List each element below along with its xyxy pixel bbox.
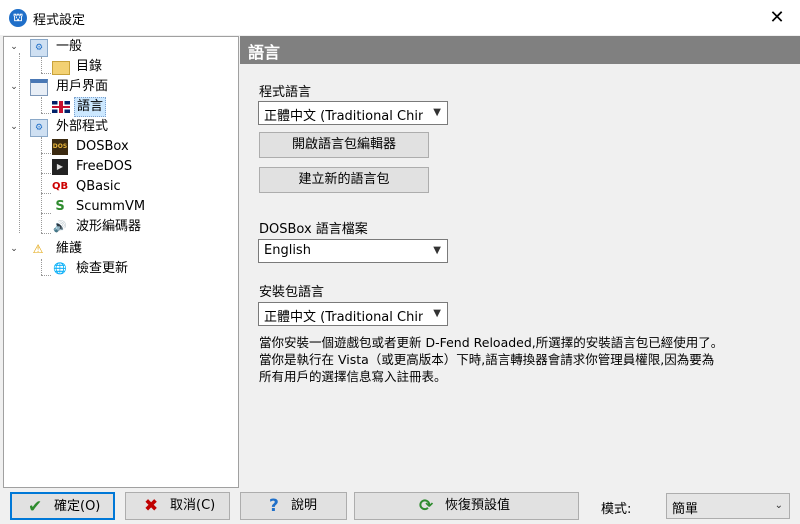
language-info-text: 當你安裝一個遊戲包或者更新 D-Fend Reloaded,所選擇的安裝語言包已… <box>259 334 789 385</box>
program-language-select[interactable]: 正體中文 (Traditional Chinese) ▼ <box>258 101 448 125</box>
dosbox-icon: DOS <box>52 139 68 155</box>
expand-down-icon[interactable]: ⌄ <box>8 37 20 57</box>
info-line: 所有用戶的選擇信息寫入註冊表。 <box>259 369 447 384</box>
tree-item-label: ScummVM <box>76 199 146 214</box>
expand-down-icon[interactable]: ⌄ <box>8 117 20 137</box>
refresh-icon: ⟳ <box>419 496 434 516</box>
settings-tree[interactable]: ⌄ ⚙ 一般 目錄 ⌄ 用戶界面 語言 ⌄ ⚙ 外部程式 DOS DOSBox … <box>3 36 239 488</box>
tree-item-label: 波形編碼器 <box>76 219 142 234</box>
tree-item-label: 外部程式 <box>56 119 109 134</box>
installer-language-label: 安裝包語言 <box>259 285 325 300</box>
window-icon <box>30 79 48 96</box>
info-line: 當你是執行在 Vista（或更高版本）下時,語言轉換器會請求你管理員權限,因為要… <box>259 352 715 367</box>
dosbox-language-value: English <box>264 243 311 258</box>
help-icon: ? <box>269 496 279 516</box>
tree-item-label: DOSBox <box>76 139 129 154</box>
qbasic-icon: QB <box>52 181 69 192</box>
folder-icon <box>52 61 70 75</box>
installer-language-select[interactable]: 正體中文 (Traditional Chinese) ▼ <box>258 302 448 326</box>
ok-button[interactable]: ✔ 確定(O) <box>10 492 115 520</box>
installer-language-value: 正體中文 (Traditional Chinese) <box>264 310 423 325</box>
expand-down-icon[interactable]: ⌄ <box>8 239 20 259</box>
tree-item-label: 目錄 <box>76 59 103 74</box>
cancel-button[interactable]: ✖ 取消(C) <box>125 492 230 520</box>
maintenance-icon: ⚠ <box>32 242 44 256</box>
create-language-pack-button[interactable]: 建立新的語言包 <box>259 167 429 193</box>
checkmark-icon: ✔ <box>28 497 43 517</box>
terminal-icon: ▶ <box>52 159 68 175</box>
x-icon: ✖ <box>144 496 159 516</box>
program-language-label: 程式語言 <box>259 85 312 100</box>
expand-down-icon[interactable]: ⌄ <box>8 77 20 97</box>
settings-icon: ⚙ <box>30 39 48 57</box>
app-icon: ⛫ <box>9 9 27 27</box>
globe-icon: 🌐 <box>53 262 67 275</box>
tree-item-label: 檢查更新 <box>76 261 129 276</box>
mode-label: 模式: <box>601 502 632 517</box>
chevron-down-icon: ▼ <box>433 308 441 319</box>
mode-select[interactable]: 簡單 ⌄ <box>666 493 790 519</box>
help-button[interactable]: ? 說明 <box>240 492 347 520</box>
dosbox-language-label: DOSBox 語言檔案 <box>259 222 368 237</box>
tree-item-label: 維護 <box>56 241 83 256</box>
close-button[interactable]: ✕ <box>754 0 800 35</box>
chevron-down-icon: ▼ <box>433 245 441 256</box>
programs-icon: ⚙ <box>30 119 48 137</box>
window-title: 程式設定 <box>33 13 86 28</box>
speaker-icon: 🔊 <box>53 220 67 233</box>
dosbox-language-select[interactable]: English ▼ <box>258 239 448 263</box>
tree-item-label: 語言 <box>74 97 107 117</box>
uk-flag-icon <box>52 101 70 113</box>
tree-item-label: 一般 <box>56 39 83 54</box>
scummvm-icon: S <box>55 199 65 214</box>
chevron-down-icon: ⌄ <box>774 500 783 511</box>
tree-item-label: FreeDOS <box>76 159 133 174</box>
panel-title: 語言 <box>248 43 281 62</box>
panel-header: 語言 <box>240 36 800 64</box>
title-bar: ⛫ 程式設定 ✕ <box>0 0 800 35</box>
tree-item-label: QBasic <box>76 179 121 194</box>
mode-value: 簡單 <box>672 502 699 517</box>
tree-item-label: 用戶界面 <box>56 79 109 94</box>
chevron-down-icon: ▼ <box>433 107 441 118</box>
reset-defaults-button[interactable]: ⟳ 恢復預設值 <box>354 492 579 520</box>
info-line: 當你安裝一個遊戲包或者更新 D-Fend Reloaded,所選擇的安裝語言包已… <box>259 335 724 350</box>
program-language-value: 正體中文 (Traditional Chinese) <box>264 109 423 124</box>
open-language-editor-button[interactable]: 開啟語言包編輯器 <box>259 132 429 158</box>
